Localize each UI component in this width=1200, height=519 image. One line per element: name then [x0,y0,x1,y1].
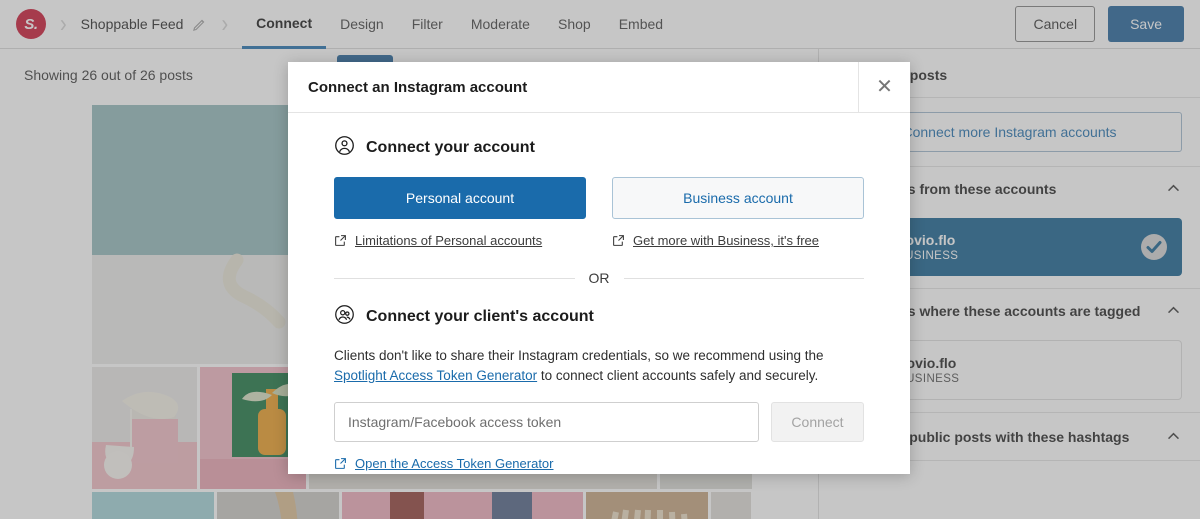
personal-account-button[interactable]: Personal account [334,177,586,219]
open-token-generator-link[interactable]: Open the Access Token Generator [334,456,864,471]
top-bar: S. › Shoppable Feed › Connect Design Fil… [0,0,1200,49]
post-thumbnail[interactable] [586,492,708,519]
breadcrumb-chevron-icon-2: › [221,10,229,38]
nav-tabs: Connect Design Filter Moderate Shop Embe… [242,0,677,49]
business-account-button[interactable]: Business account [612,177,864,219]
close-icon[interactable]: ✕ [858,62,910,112]
business-account-option: Business account Get more with Business,… [612,177,864,248]
post-thumbnail[interactable] [92,492,214,519]
person-circle-icon [334,135,355,161]
save-button[interactable]: Save [1108,6,1184,42]
personal-account-option: Personal account Limitations of Personal… [334,177,586,248]
chevron-up-icon[interactable] [1165,180,1182,197]
app-root: S. › Shoppable Feed › Connect Design Fil… [0,0,1200,519]
connect-instagram-modal: Connect an Instagram account ✕ Connect y… [288,62,910,474]
desc-before: Clients don't like to share their Instag… [334,348,824,363]
access-token-input[interactable] [334,402,759,443]
post-thumbnail[interactable] [92,367,198,489]
top-bar-actions: Cancel Save [1015,6,1184,42]
client-section-description: Clients don't like to share their Instag… [334,346,864,385]
section-title-text: Connect your client's account [366,308,594,325]
divider-line [334,277,575,279]
connect-button[interactable]: Connect [771,402,864,443]
limitations-personal-link[interactable]: Limitations of Personal accounts [334,233,586,248]
breadcrumb-chevron-icon: › [60,10,67,38]
section-title-text: Connect your account [366,139,535,156]
app-logo[interactable]: S. [16,9,46,39]
people-circle-icon [334,304,355,330]
desc-after: to connect client accounts safely and se… [537,367,819,383]
or-divider: OR [334,270,864,286]
tab-shop[interactable]: Shop [544,0,605,49]
post-thumbnail[interactable] [342,492,583,519]
breadcrumb-feed-name[interactable]: Shoppable Feed [81,16,184,32]
post-grid-row [92,492,752,519]
link-text: Limitations of Personal accounts [355,233,543,248]
spotlight-token-generator-link[interactable]: Spotlight Access Token Generator [334,368,537,383]
post-thumbnail[interactable] [711,492,751,519]
modal-title: Connect an Instagram account [308,78,528,96]
post-thumbnail[interactable] [217,492,339,519]
chevron-up-icon[interactable] [1165,428,1182,445]
tab-moderate[interactable]: Moderate [457,0,544,49]
external-link-icon [334,457,347,470]
modal-header: Connect an Instagram account ✕ [288,62,910,113]
pencil-icon[interactable] [192,17,207,32]
or-label: OR [588,270,610,286]
link-text: Open the Access Token Generator [355,456,554,472]
token-entry-row: Connect [334,402,864,443]
connect-client-section-title: Connect your client's account [334,304,864,330]
chevron-up-icon[interactable] [1165,302,1182,319]
tab-filter[interactable]: Filter [398,0,457,49]
tab-design[interactable]: Design [326,0,398,49]
cancel-button[interactable]: Cancel [1015,6,1096,42]
account-type-options: Personal account Limitations of Personal… [334,177,864,248]
divider-line [623,277,864,279]
tab-embed[interactable]: Embed [605,0,677,49]
link-text: Get more with Business, it's free [633,233,819,248]
external-link-icon [612,234,625,247]
modal-body: Connect your account Personal account Li… [288,113,910,471]
connect-account-section-title: Connect your account [334,135,864,161]
tab-connect[interactable]: Connect [242,0,327,49]
external-link-icon [334,234,347,247]
check-circle-icon[interactable] [1140,233,1168,261]
get-more-business-link[interactable]: Get more with Business, it's free [612,233,864,248]
